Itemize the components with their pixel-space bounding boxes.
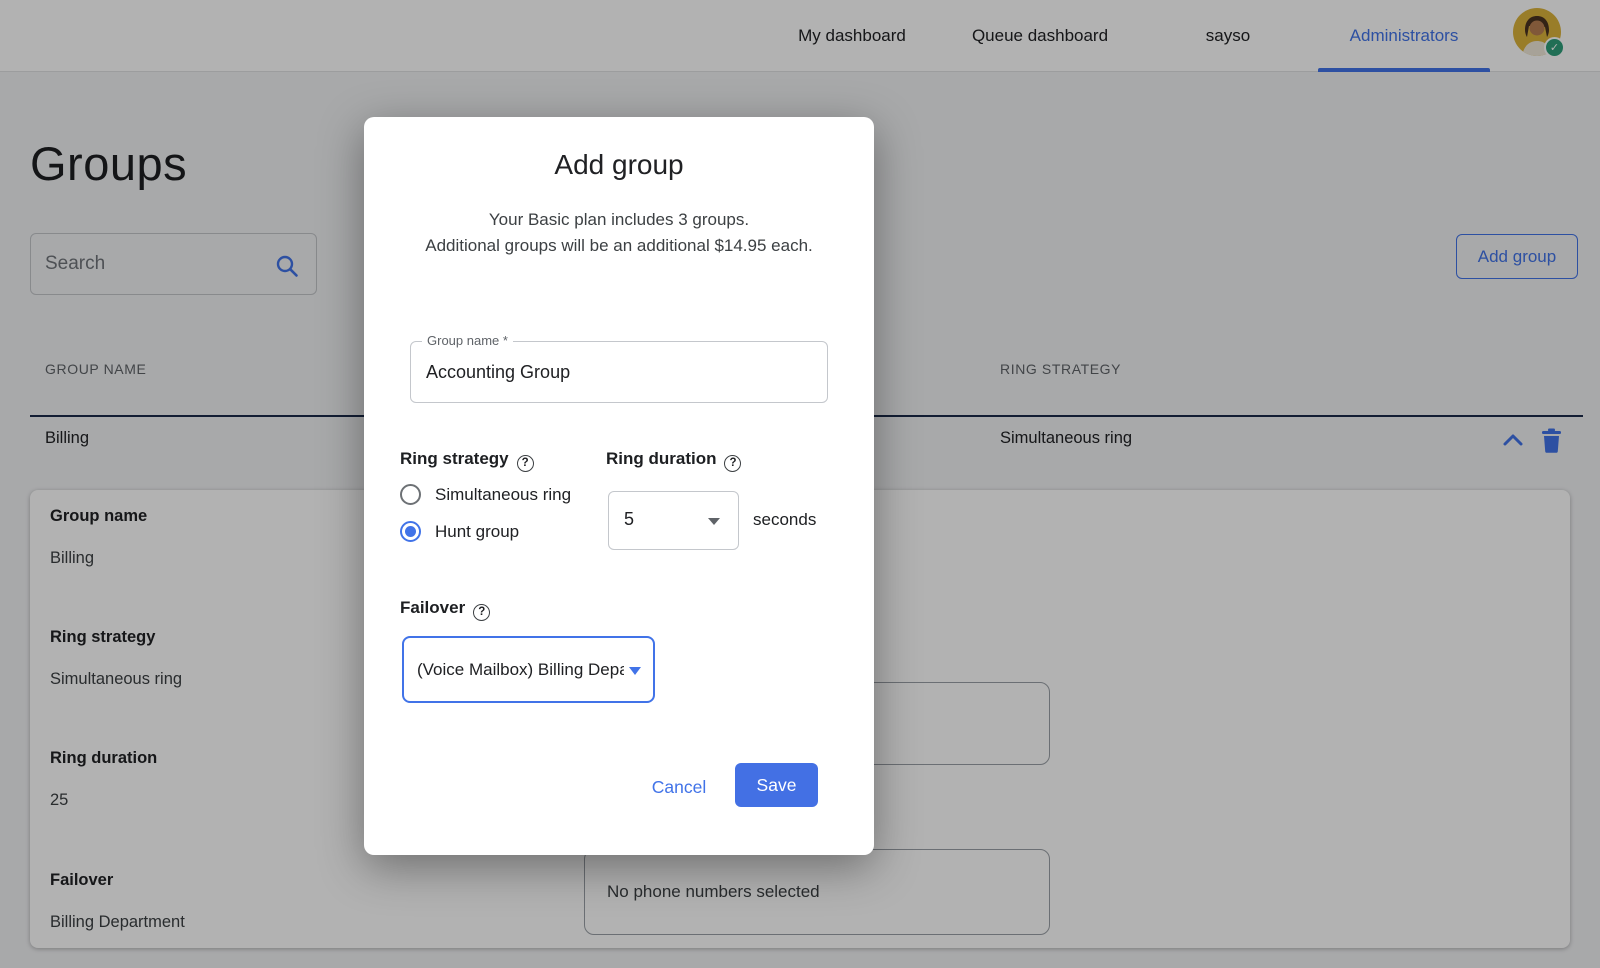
radio-option-simultaneous-ring[interactable]: Simultaneous ring bbox=[400, 484, 571, 505]
failover-select[interactable]: (Voice Mailbox) Billing Depa bbox=[402, 636, 655, 703]
group-name-input[interactable] bbox=[426, 342, 806, 402]
save-button[interactable]: Save bbox=[735, 763, 818, 807]
ring-duration-select[interactable]: 5 bbox=[608, 491, 739, 550]
failover-label: Failover bbox=[400, 598, 490, 621]
chevron-down-icon bbox=[708, 518, 720, 525]
ring-strategy-label: Ring strategy bbox=[400, 449, 534, 472]
modal-title: Add group bbox=[364, 149, 874, 181]
ring-duration-label: Ring duration bbox=[606, 449, 741, 472]
radio-option-hunt-group[interactable]: Hunt group bbox=[400, 521, 519, 542]
modal-subtitle: Your Basic plan includes 3 groups. Addit… bbox=[364, 207, 874, 259]
group-name-field: Group name * bbox=[410, 341, 828, 403]
radio-option-label: Hunt group bbox=[435, 522, 519, 542]
modal-subtitle-line2: Additional groups will be an additional … bbox=[364, 233, 874, 259]
failover-value: (Voice Mailbox) Billing Depa bbox=[417, 660, 624, 680]
chevron-down-icon bbox=[629, 667, 641, 675]
failover-help-icon[interactable] bbox=[473, 604, 490, 621]
radio-selected-icon[interactable] bbox=[400, 521, 421, 542]
ring-duration-value: 5 bbox=[624, 509, 634, 530]
modal-subtitle-line1: Your Basic plan includes 3 groups. bbox=[364, 207, 874, 233]
radio-unselected-icon[interactable] bbox=[400, 484, 421, 505]
ring-strategy-help-icon[interactable] bbox=[517, 455, 534, 472]
seconds-unit-label: seconds bbox=[753, 510, 816, 530]
cancel-button[interactable]: Cancel bbox=[639, 767, 719, 807]
ring-duration-help-icon[interactable] bbox=[724, 455, 741, 472]
add-group-modal: Add group Your Basic plan includes 3 gro… bbox=[364, 117, 874, 855]
radio-option-label: Simultaneous ring bbox=[435, 485, 571, 505]
